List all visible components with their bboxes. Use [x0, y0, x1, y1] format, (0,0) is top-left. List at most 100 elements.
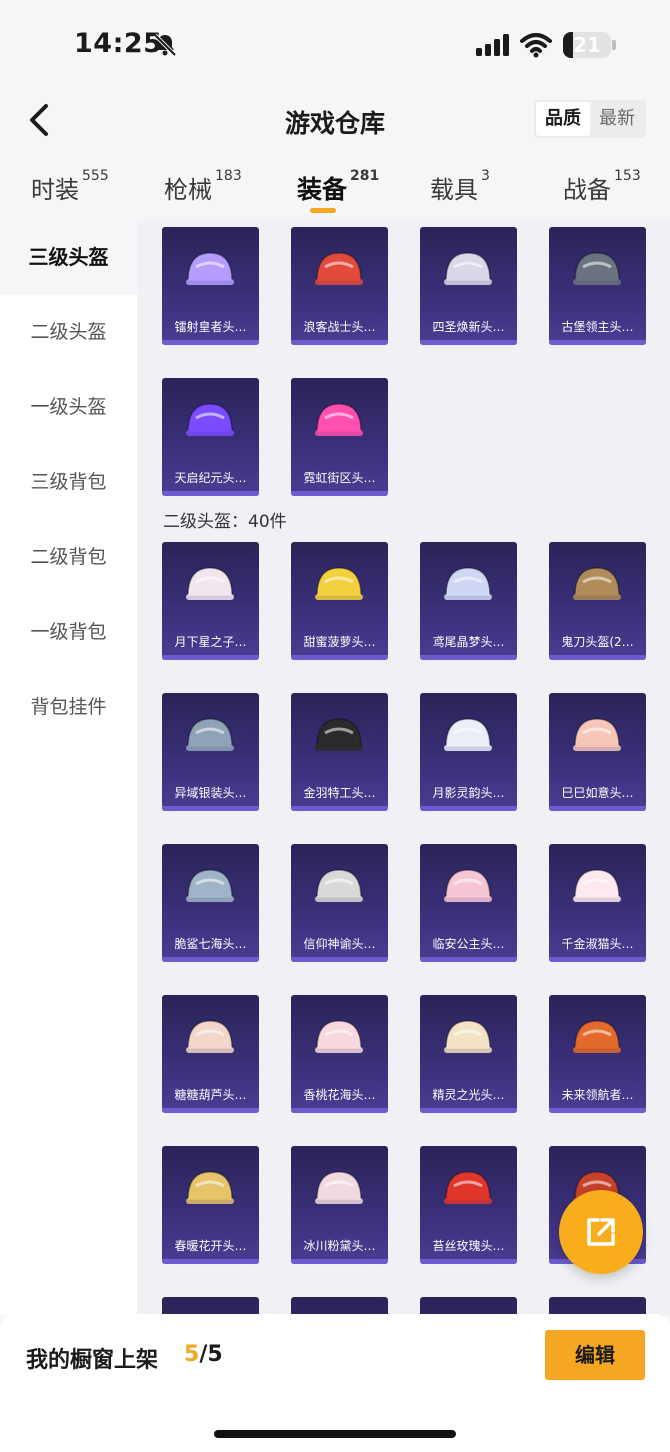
- tab-count: 281: [350, 168, 380, 184]
- item-card[interactable]: 浪客战士头…: [291, 227, 388, 345]
- item-card[interactable]: 千金淑猫头…: [549, 844, 646, 962]
- item-card[interactable]: 苔丝玫瑰头…: [420, 1146, 517, 1264]
- helmet-icon: [186, 1020, 234, 1053]
- battery-indicator: 21: [563, 32, 611, 58]
- item-card[interactable]: 鸢尾晶梦头…: [420, 542, 517, 660]
- helmet-icon: [573, 252, 621, 285]
- tab-equipment[interactable]: 装备 281: [297, 168, 380, 206]
- item-card[interactable]: 镭射皇者头…: [162, 227, 259, 345]
- helmet-icon: [315, 403, 363, 436]
- item-name: 异域银装头…: [174, 786, 247, 800]
- item-card[interactable]: 脆鲨七海头…: [162, 844, 259, 962]
- sort-newest-button[interactable]: 最新: [590, 102, 644, 136]
- tab-vehicles[interactable]: 载具 3: [430, 168, 490, 205]
- helmet-icon: [315, 869, 363, 902]
- sort-quality-button[interactable]: 品质: [536, 102, 590, 136]
- item-card[interactable]: 霓虹街区头…: [291, 378, 388, 496]
- item-name: 春暖花开头…: [174, 1239, 247, 1253]
- card-accent-strip: [162, 1259, 259, 1264]
- sidebar-item-level3-backpack[interactable]: 三级背包: [0, 445, 137, 520]
- item-card[interactable]: 四圣焕新头…: [420, 227, 517, 345]
- category-tabs: 时装 555 枪械 183 装备 281 载具 3 战备 153: [0, 160, 670, 218]
- tab-fashion[interactable]: 时装 555: [31, 168, 109, 205]
- item-card[interactable]: 古堡领主头…: [549, 227, 646, 345]
- card-accent-strip: [162, 1108, 259, 1113]
- tab-count: 153: [614, 168, 641, 184]
- sidebar-item-level1-helmet[interactable]: 一级头盔: [0, 370, 137, 445]
- sidebar-item-level2-backpack[interactable]: 二级背包: [0, 520, 137, 595]
- active-tab-indicator: [310, 208, 336, 213]
- bottom-bar: 我的橱窗上架 5/5 编辑: [0, 1314, 670, 1452]
- share-button[interactable]: [559, 1190, 643, 1274]
- item-name: 糖糖葫芦头…: [174, 1088, 247, 1102]
- home-indicator: [214, 1430, 456, 1438]
- tab-guns[interactable]: 枪械 183: [164, 168, 242, 205]
- item-card[interactable]: 月影灵韵头…: [420, 693, 517, 811]
- item-card[interactable]: 临安公主头…: [420, 844, 517, 962]
- item-card[interactable]: 金羽特工头…: [291, 693, 388, 811]
- item-card[interactable]: [549, 1297, 646, 1315]
- item-card[interactable]: 天启纪元头…: [162, 378, 259, 496]
- helmet-icon: [315, 1020, 363, 1053]
- item-card[interactable]: 月下星之子…: [162, 542, 259, 660]
- helmet-icon: [186, 567, 234, 600]
- helmet-icon: [444, 567, 492, 600]
- item-name: 甜蜜菠萝头…: [303, 635, 376, 649]
- helmet-icon: [315, 1171, 363, 1204]
- tab-count: 3: [481, 168, 490, 184]
- card-accent-strip: [549, 340, 646, 345]
- item-name: 天启纪元头…: [174, 471, 247, 485]
- sidebar: 三级头盔 二级头盔 一级头盔 三级背包 二级背包 一级背包 背包挂件: [0, 220, 137, 1315]
- card-accent-strip: [291, 1108, 388, 1113]
- card-accent-strip: [162, 957, 259, 962]
- sidebar-item-backpack-charm[interactable]: 背包挂件: [0, 670, 137, 745]
- item-card[interactable]: 巳巳如意头…: [549, 693, 646, 811]
- sidebar-item-level1-backpack[interactable]: 一级背包: [0, 595, 137, 670]
- item-name: 脆鲨七海头…: [174, 937, 247, 951]
- section-label-level2: 二级头盔：40件: [163, 512, 287, 532]
- sidebar-item-level2-helmet[interactable]: 二级头盔: [0, 295, 137, 370]
- item-card[interactable]: [162, 1297, 259, 1315]
- tab-count: 555: [82, 168, 109, 184]
- card-accent-strip: [291, 340, 388, 345]
- card-accent-strip: [162, 806, 259, 811]
- item-name: 香桃花海头…: [303, 1088, 376, 1102]
- tab-gear[interactable]: 战备 153: [563, 168, 641, 205]
- helmet-icon: [186, 252, 234, 285]
- card-accent-strip: [549, 957, 646, 962]
- tab-label: 战备: [563, 176, 611, 204]
- item-card[interactable]: 异域银装头…: [162, 693, 259, 811]
- cellular-signal-icon: [476, 34, 509, 56]
- item-card[interactable]: 香桃花海头…: [291, 995, 388, 1113]
- share-icon: [587, 1218, 615, 1246]
- item-name: 浪客战士头…: [303, 320, 376, 334]
- item-card[interactable]: 冰川粉黛头…: [291, 1146, 388, 1264]
- item-card[interactable]: 信仰神谕头…: [291, 844, 388, 962]
- shelf-total: /5: [199, 1342, 223, 1367]
- helmet-icon: [444, 1020, 492, 1053]
- item-card[interactable]: [291, 1297, 388, 1315]
- edit-button[interactable]: 编辑: [545, 1330, 645, 1380]
- item-name: 冰川粉黛头…: [303, 1239, 376, 1253]
- item-card[interactable]: 精灵之光头…: [420, 995, 517, 1113]
- item-name: 月影灵韵头…: [432, 786, 505, 800]
- item-grid: 二级头盔：40件 镭射皇者头… 浪客战士头… 四圣焕新头… 古堡领主头… 天启纪元头… 霓…: [137, 220, 670, 1315]
- card-accent-strip: [162, 491, 259, 496]
- status-bar: 14:25 21: [0, 0, 670, 90]
- item-card[interactable]: 鬼刀头盔(2…: [549, 542, 646, 660]
- item-card[interactable]: 甜蜜菠萝头…: [291, 542, 388, 660]
- card-accent-strip: [420, 1259, 517, 1264]
- item-card[interactable]: 糖糖葫芦头…: [162, 995, 259, 1113]
- item-card[interactable]: 春暖花开头…: [162, 1146, 259, 1264]
- helmet-icon: [444, 718, 492, 751]
- helmet-icon: [186, 403, 234, 436]
- wifi-icon: [520, 33, 552, 58]
- card-accent-strip: [291, 1259, 388, 1264]
- item-card[interactable]: 未来领航者…: [549, 995, 646, 1113]
- helmet-icon: [315, 567, 363, 600]
- sidebar-item-level3-helmet[interactable]: 三级头盔: [0, 220, 137, 295]
- item-name: 金羽特工头…: [303, 786, 376, 800]
- item-card[interactable]: [420, 1297, 517, 1315]
- helmet-icon: [573, 1020, 621, 1053]
- helmet-icon: [315, 718, 363, 751]
